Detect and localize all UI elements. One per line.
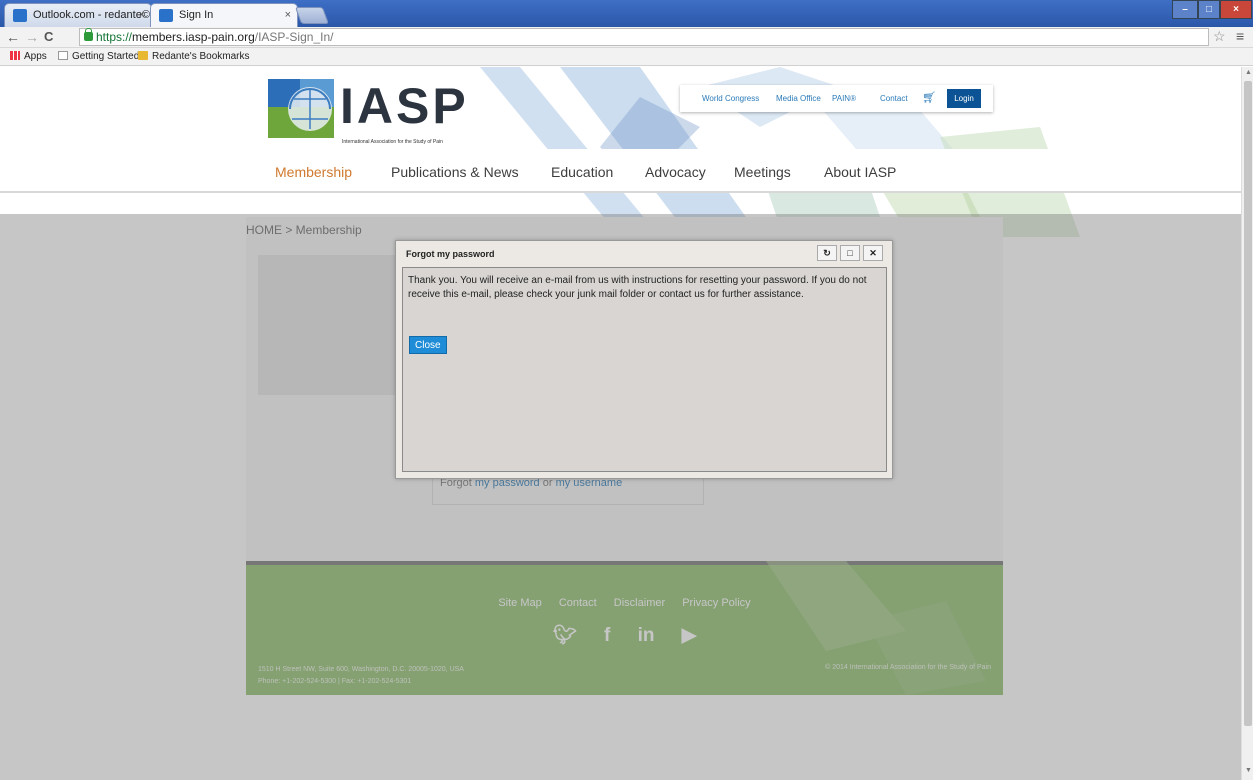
- iasp-favicon-icon: [159, 9, 173, 22]
- scroll-up-icon[interactable]: ▲: [1245, 69, 1252, 76]
- folder-icon: [138, 51, 148, 60]
- back-icon[interactable]: ←: [6, 28, 20, 46]
- logo-wordmark: IASP: [340, 78, 469, 134]
- nav-about-iasp[interactable]: About IASP: [824, 164, 896, 180]
- outlook-icon: [13, 9, 27, 22]
- bookmark-label: Apps: [24, 51, 47, 62]
- browser-tabstrip: Outlook.com - redante© × Sign In × – □ ×: [0, 0, 1253, 27]
- bookmark-folder[interactable]: Redante's Bookmarks: [138, 51, 250, 63]
- util-link-contact[interactable]: Contact: [880, 94, 908, 103]
- tab-title: Sign In: [179, 9, 214, 21]
- dialog-refresh-icon[interactable]: ↻: [817, 245, 837, 261]
- address-bar[interactable]: https://members.iasp-pain.org/IASP-Sign_…: [79, 28, 1209, 46]
- lock-icon: [84, 28, 93, 41]
- page-icon: [58, 51, 68, 60]
- util-link-world-congress[interactable]: World Congress: [702, 94, 759, 103]
- bookmark-getting-started[interactable]: Getting Started: [58, 51, 139, 63]
- dialog-maximize-icon[interactable]: □: [840, 245, 860, 261]
- bookmark-apps[interactable]: Apps: [10, 51, 47, 63]
- minimize-button[interactable]: –: [1172, 0, 1198, 19]
- close-button[interactable]: Close: [409, 336, 447, 354]
- tab-title: Outlook.com - redante©: [33, 9, 150, 21]
- web-page: IASP International Association for the S…: [0, 67, 1241, 780]
- scroll-down-icon[interactable]: ▼: [1245, 767, 1252, 774]
- browser-toolbar: ← → C https://members.iasp-pain.org/IASP…: [0, 27, 1253, 48]
- bookmark-label: Redante's Bookmarks: [152, 51, 250, 62]
- cart-icon[interactable]: 🛒︎: [922, 91, 936, 104]
- util-link-media-office[interactable]: Media Office: [776, 94, 821, 103]
- utility-nav: World Congress Media Office PAIN® Contac…: [680, 85, 993, 112]
- scrollbar-thumb[interactable]: [1244, 81, 1252, 726]
- bookmark-star-icon[interactable]: ☆: [1213, 28, 1226, 45]
- login-button[interactable]: Login: [947, 89, 981, 108]
- util-link-pain[interactable]: PAIN®: [832, 94, 856, 103]
- tab-sign-in[interactable]: Sign In ×: [150, 3, 298, 27]
- dialog-close-icon[interactable]: ✕: [863, 245, 883, 261]
- close-tab-icon[interactable]: ×: [285, 4, 291, 27]
- dialog-title: Forgot my password: [406, 249, 495, 259]
- dialog-body: Thank you. You will receive an e-mail fr…: [402, 267, 887, 472]
- bookmark-label: Getting Started: [72, 51, 140, 62]
- tab-outlook[interactable]: Outlook.com - redante© ×: [4, 3, 152, 27]
- forgot-password-dialog: Forgot my password ↻ □ ✕ Thank you. You …: [395, 240, 893, 479]
- apps-grid-icon: [10, 51, 20, 60]
- new-tab-button[interactable]: [294, 7, 330, 24]
- url-host: members.iasp-pain.org: [132, 30, 255, 44]
- page-scrollbar[interactable]: ▲ ▼: [1241, 67, 1253, 780]
- bookmarks-bar: Apps Getting Started Redante's Bookmarks: [0, 48, 1253, 66]
- url-scheme: https://: [96, 30, 133, 44]
- nav-advocacy[interactable]: Advocacy: [645, 164, 706, 180]
- main-nav: Membership Publications & News Education…: [0, 149, 1241, 193]
- window-close-button[interactable]: ×: [1220, 0, 1252, 19]
- nav-meetings[interactable]: Meetings: [734, 164, 791, 180]
- maximize-button[interactable]: □: [1198, 0, 1220, 19]
- globe-logo-icon: [268, 79, 334, 138]
- nav-publications-news[interactable]: Publications & News: [391, 164, 519, 180]
- logo-subtitle: International Association for the Study …: [342, 139, 443, 145]
- nav-education[interactable]: Education: [551, 164, 613, 180]
- close-tab-icon[interactable]: ×: [139, 4, 145, 27]
- menu-icon[interactable]: ≡: [1236, 28, 1244, 44]
- forward-icon[interactable]: →: [25, 28, 39, 46]
- url-path: /IASP-Sign_In/: [254, 30, 334, 44]
- reload-icon[interactable]: C: [44, 28, 53, 46]
- dialog-message: Thank you. You will receive an e-mail fr…: [408, 275, 867, 300]
- nav-membership[interactable]: Membership: [275, 164, 352, 180]
